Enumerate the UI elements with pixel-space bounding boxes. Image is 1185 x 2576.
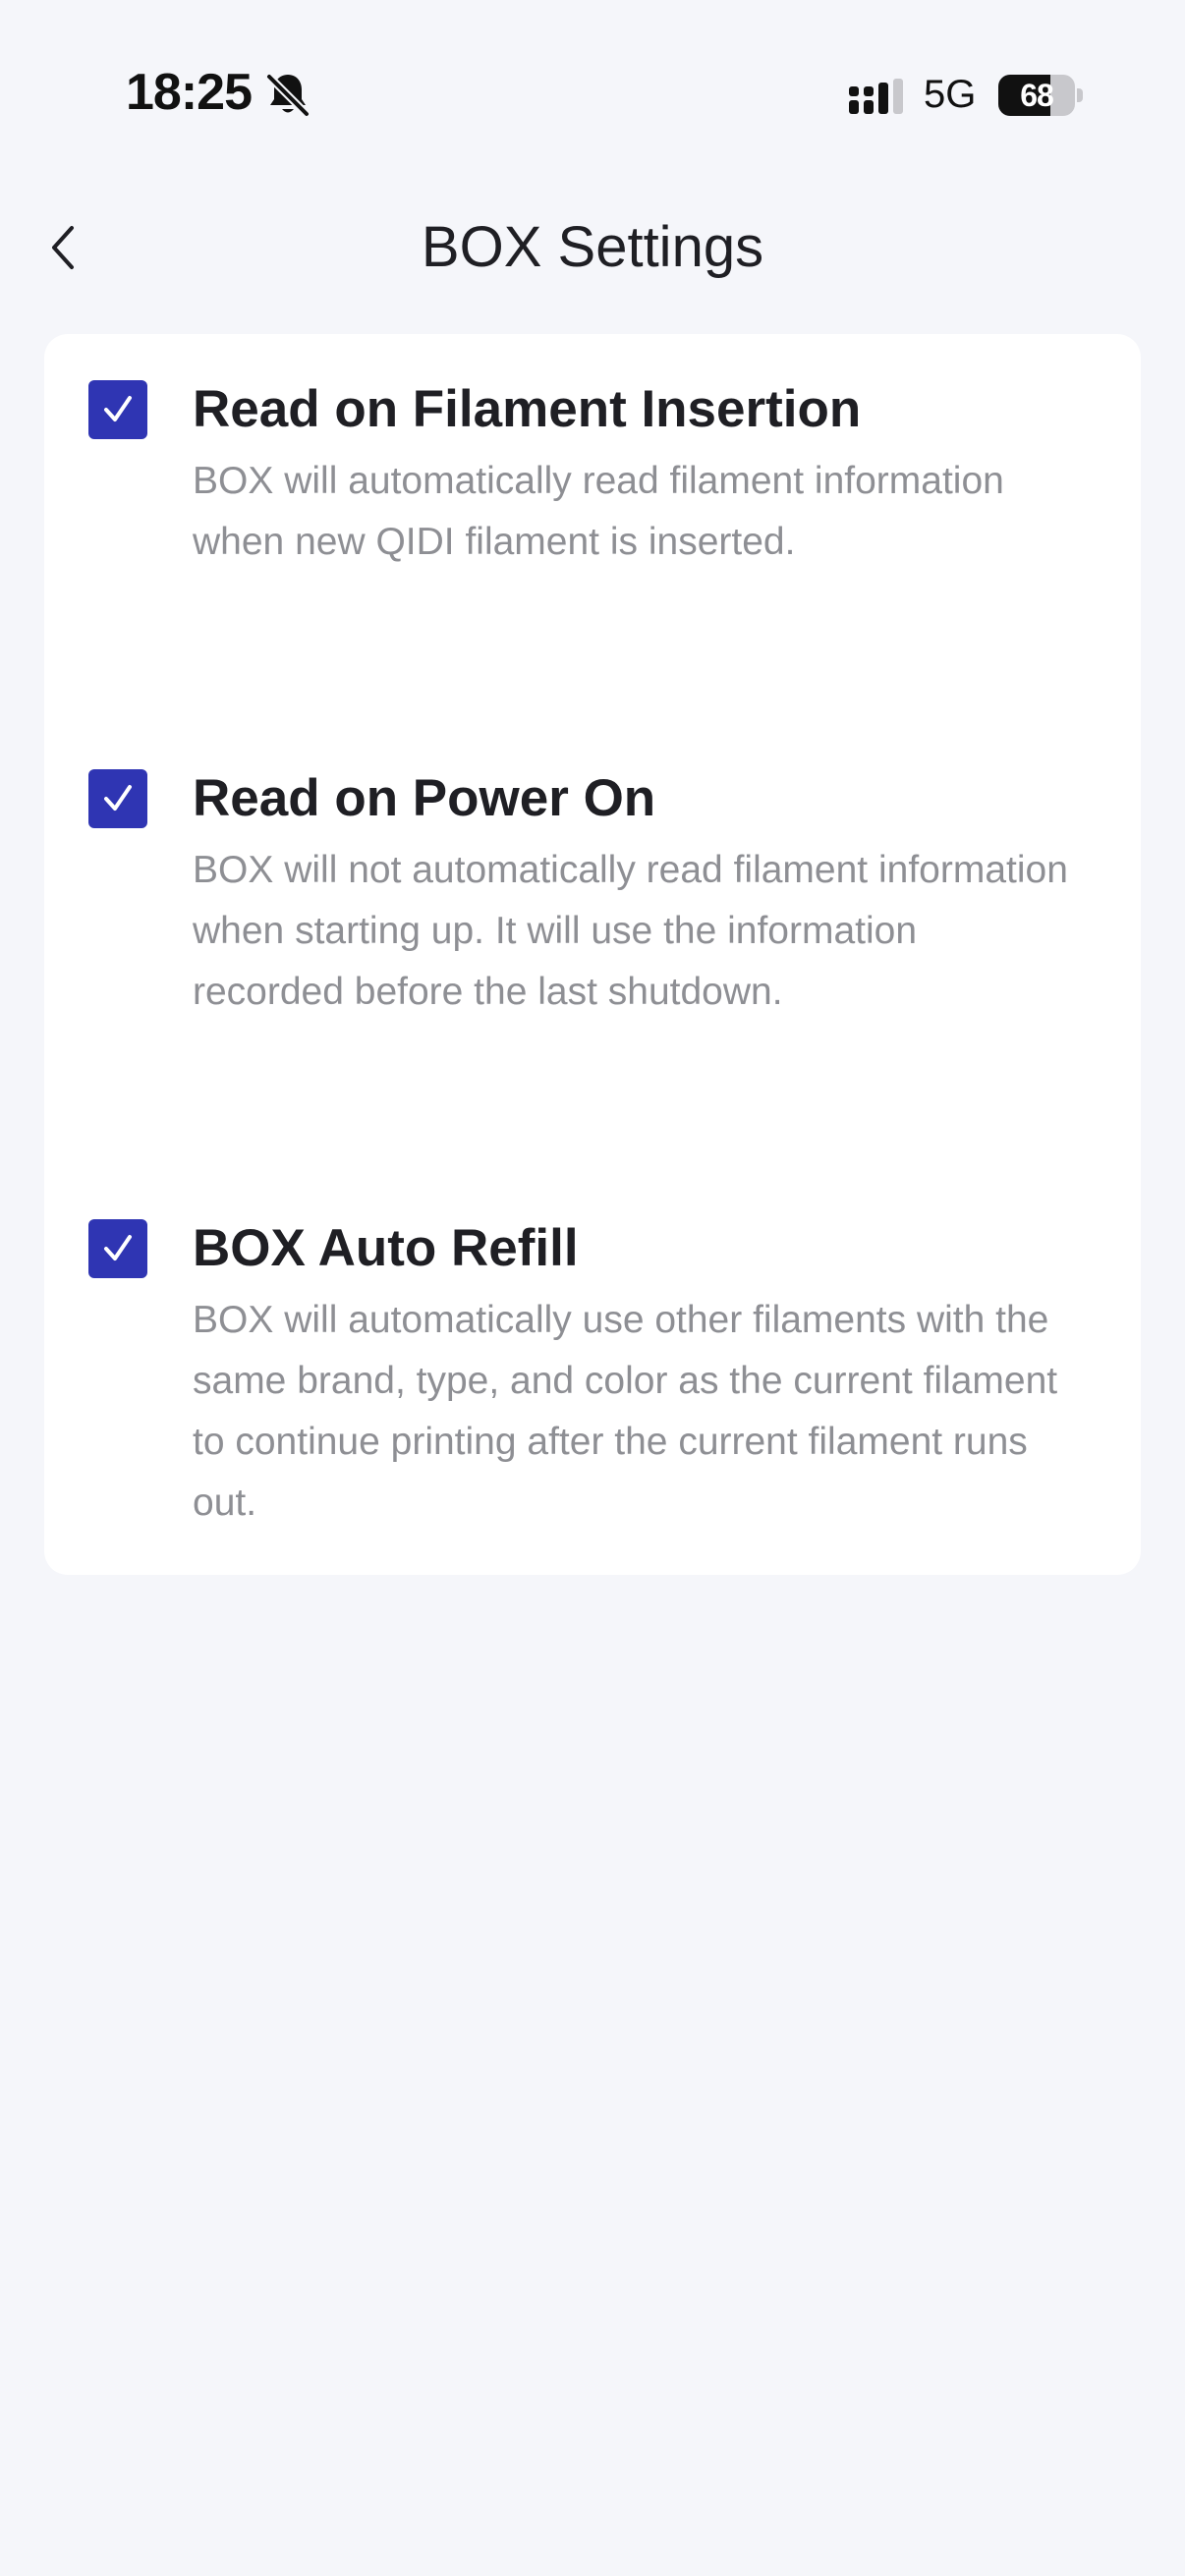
status-bar: 18:25 5G 68	[0, 0, 1185, 187]
box-auto-refill-checkbox[interactable]	[88, 1219, 147, 1278]
checkmark-icon	[104, 1235, 132, 1260]
bell-slash-icon	[265, 71, 310, 118]
read-on-insertion-checkbox[interactable]	[88, 380, 147, 439]
cellular-signal-icon	[847, 79, 910, 118]
back-button[interactable]	[35, 206, 90, 289]
battery-icon: 68	[998, 75, 1083, 116]
setting-title: Read on Power On	[193, 769, 656, 827]
settings-screen: 18:25 5G 68 BOX Settings Read on Filamen…	[0, 0, 1185, 2576]
setting-title: Read on Filament Insertion	[193, 380, 862, 438]
setting-description: BOX will not automatically read filament…	[193, 849, 1068, 1013]
settings-card: Read on Filament Insertion BOX will auto…	[44, 334, 1141, 1575]
read-on-power-on-checkbox[interactable]	[88, 769, 147, 828]
checkmark-icon	[104, 785, 132, 811]
setting-title: BOX Auto Refill	[193, 1219, 579, 1277]
chevron-left-icon	[52, 226, 74, 269]
battery-level: 68	[1020, 78, 1054, 113]
nav-bar: BOX Settings	[0, 187, 1185, 308]
network-type: 5G	[924, 73, 977, 116]
page-title: BOX Settings	[421, 215, 764, 279]
setting-description: BOX will automatically use other filamen…	[193, 1299, 1058, 1524]
checkmark-icon	[104, 396, 132, 421]
status-time: 18:25	[126, 64, 253, 121]
setting-description: BOX will automatically read filament inf…	[193, 460, 1004, 563]
